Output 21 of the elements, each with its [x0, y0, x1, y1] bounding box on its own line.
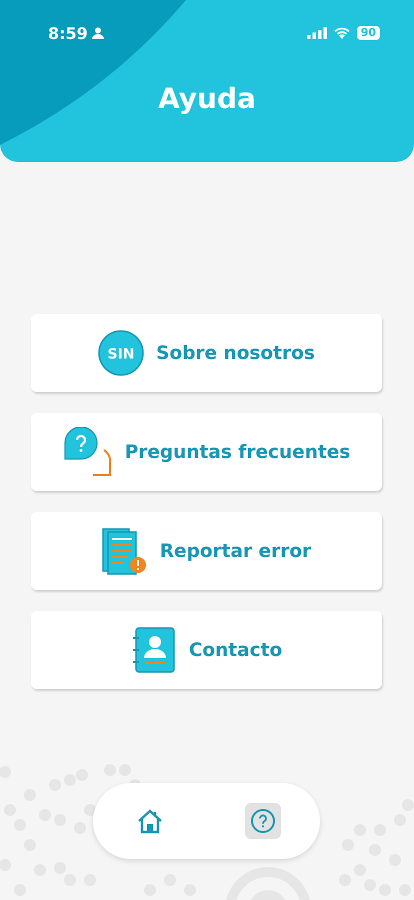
document-warning-icon [102, 527, 148, 575]
logo-text: SIN [108, 346, 135, 362]
menu-card[interactable]: SIN Sobre nosotros [31, 314, 382, 392]
signal-icon [306, 27, 327, 39]
menu-card[interactable]: Preguntas frecuentes [31, 413, 382, 491]
page-title: Ayuda [157, 82, 257, 115]
menu-label: Reportar error [160, 540, 312, 562]
question-bubble-icon [62, 427, 113, 477]
address-book-icon [130, 626, 177, 674]
home-icon [136, 807, 164, 835]
help-icon [250, 808, 276, 834]
status-time: 8:59 [48, 24, 88, 42]
menu-label: Sobre nosotros [156, 342, 315, 364]
menu-card[interactable]: Reportar error [31, 512, 382, 590]
person-icon [92, 27, 104, 39]
battery-level: 90 [356, 26, 380, 40]
nav-button[interactable] [245, 803, 282, 839]
wifi-icon [334, 27, 350, 39]
menu-label: Preguntas frecuentes [124, 442, 350, 462]
menu-label: Contacto [188, 640, 282, 660]
menu-card[interactable]: Contacto [31, 611, 382, 689]
